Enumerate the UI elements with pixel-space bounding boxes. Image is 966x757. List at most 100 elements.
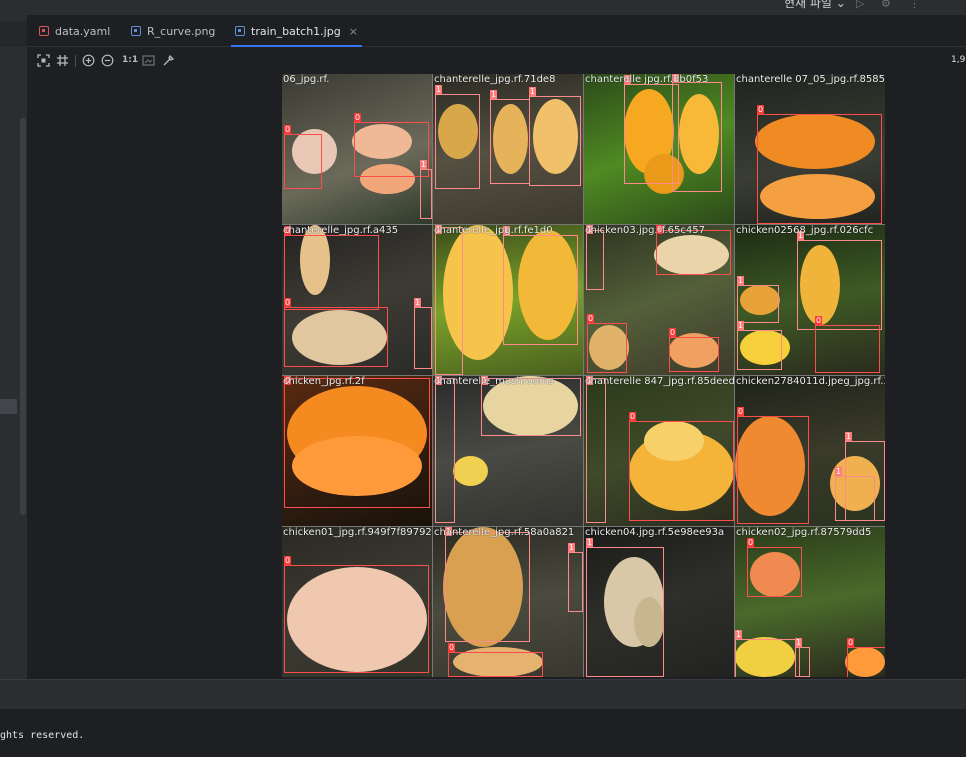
bounding-box	[503, 235, 578, 345]
more-icon[interactable]: ⋮	[909, 0, 921, 10]
mosaic-tile: 0 chanterelle 07_05_jpg.rf.85859	[735, 74, 885, 224]
editor-tabs: data.yaml R_curve.png train_batch1.jpg ×	[27, 15, 966, 47]
bounding-box	[448, 652, 543, 677]
image-viewer[interactable]: 0 0 1 06_jpg.rf. 1 1 1 chanterelle_jpg.rf.71de8…	[27, 74, 966, 679]
class-label: 0	[629, 412, 637, 421]
fit-screen-icon[interactable]	[37, 54, 50, 67]
class-label: 1	[737, 276, 745, 285]
class-label: 0	[847, 638, 855, 647]
bounding-box	[629, 421, 734, 521]
tab-train-batch1[interactable]: train_batch1.jpg ×	[231, 15, 362, 47]
bounding-box	[747, 547, 802, 597]
class-label: 0	[448, 643, 456, 652]
tile-filename: chanterelle_jpg.rf.a435	[283, 225, 399, 236]
tab-label: train_batch1.jpg	[251, 24, 341, 38]
class-label: 1	[568, 543, 576, 552]
mosaic-tile: 0 0 1 1 chicken02_jpg.rf.87579dd5	[735, 527, 885, 677]
tab-label: data.yaml	[55, 24, 111, 38]
tile-filename: 06_jpg.rf.	[283, 74, 330, 85]
bounding-box	[624, 84, 679, 184]
mosaic-tile: 0 chicken01_jpg.rf.949f7f897928	[282, 527, 432, 677]
class-label: 1	[420, 160, 428, 169]
tile-filename: chanterelle_jpg.rf.58a0a821	[434, 527, 575, 538]
tool-window-bar	[0, 679, 966, 709]
class-label: 0	[284, 556, 292, 565]
actual-size-button[interactable]: 1:1	[122, 54, 138, 67]
class-label: 1	[414, 298, 422, 307]
tab-label: R_curve.png	[147, 24, 216, 38]
bounding-box	[435, 227, 463, 375]
tab-data-yaml[interactable]: data.yaml	[39, 15, 110, 47]
image-file-icon	[131, 26, 141, 36]
tile-filename: chanterelle_jpg.rf.fe1d0	[434, 225, 553, 236]
class-label: 1	[845, 432, 853, 441]
background-icon[interactable]	[142, 54, 155, 67]
bounding-box	[284, 235, 379, 310]
tile-filename: chanterelle jpg.rf.db0f53	[585, 74, 709, 85]
mosaic-tile: 0 0 1 06_jpg.rf.	[282, 74, 432, 224]
class-label: 0	[284, 298, 292, 307]
yaml-file-icon	[39, 26, 49, 36]
bounding-box	[815, 325, 880, 373]
selected-tree-item[interactable]	[0, 399, 17, 414]
terminal-panel[interactable]: ghts reserved.	[0, 710, 966, 757]
mosaic-tile: 1 1 1 chanterelle_jpg.rf.71de8	[433, 74, 583, 224]
close-icon[interactable]: ×	[349, 25, 358, 38]
bounding-box	[490, 99, 530, 184]
tile-filename: chanterelle 847_jpg.rf.85deed	[585, 376, 734, 387]
class-label: 0	[815, 316, 823, 325]
toolbar-divider	[75, 55, 76, 67]
class-label: 1	[737, 321, 745, 330]
mosaic-tile: 1 1 chanterelle_jpg.rf.fe1d0	[433, 225, 583, 375]
mosaic-tile: 1 1 chanterelle_mushrooms	[433, 376, 583, 526]
bounding-box	[797, 240, 882, 330]
bounding-box	[284, 134, 322, 189]
bounding-box	[445, 532, 530, 642]
bounding-box	[737, 330, 782, 370]
mosaic-tile: 1 chicken04.jpg.rf.5e98ee93a	[584, 527, 734, 677]
bounding-box	[420, 169, 432, 219]
mosaic-tile: 1 0 1 chanterelle_jpg.rf.58a0a821	[433, 527, 583, 677]
mosaic-tile: 0 0 1 chanterelle_jpg.rf.a435	[282, 225, 432, 375]
bounding-box	[586, 230, 604, 290]
class-label: 0	[757, 105, 765, 114]
zoom-in-icon[interactable]	[82, 54, 95, 67]
class-label: 0	[354, 113, 362, 122]
bounding-box	[435, 378, 455, 523]
bounding-box	[284, 565, 429, 673]
class-label: 0	[737, 407, 745, 416]
panel-header	[0, 21, 27, 47]
tile-filename: chicken02568_jpg.rf.026cfc	[736, 225, 874, 236]
class-label: 0	[587, 314, 595, 323]
bounding-box	[586, 547, 664, 677]
bounding-box	[672, 82, 722, 192]
run-icon[interactable]: ▷	[856, 0, 868, 10]
run-config-selector[interactable]: 현재 파일 ⌄	[784, 0, 846, 11]
mosaic-tile: 1 1 1 0 chicken02568_jpg.rf.026cfc	[735, 225, 885, 375]
class-label: 0	[669, 328, 677, 337]
top-toolbar: 현재 파일 ⌄ ▷ ⚙ ⋮	[0, 0, 966, 15]
grid-icon[interactable]	[56, 54, 69, 67]
bounding-box	[354, 122, 429, 177]
debug-icon[interactable]: ⚙	[881, 0, 893, 10]
bounding-box	[737, 285, 779, 323]
vertical-scrollbar[interactable]	[20, 118, 26, 515]
class-label: 1	[529, 87, 537, 96]
tile-filename: chicken01_jpg.rf.949f7f897928	[283, 527, 432, 538]
mosaic-tile: 0 0 0 1 chicken03.jpg.rf.65c457	[584, 225, 734, 375]
mosaic-tile: 0 1 chanterelle 847_jpg.rf.85deed	[584, 376, 734, 526]
bounding-box	[435, 94, 480, 189]
class-label: 1	[586, 538, 594, 547]
class-label: 1	[795, 638, 803, 647]
color-picker-icon[interactable]	[162, 54, 175, 67]
tab-r-curve[interactable]: R_curve.png	[131, 15, 215, 47]
zoom-out-icon[interactable]	[101, 54, 114, 67]
mosaic-tile: 1 1 chanterelle jpg.rf.db0f53	[584, 74, 734, 224]
tile-filename: chicken04.jpg.rf.5e98ee93a	[585, 527, 725, 538]
mushroom-shape	[453, 456, 488, 486]
train-batch-mosaic[interactable]: 0 0 1 06_jpg.rf. 1 1 1 chanterelle_jpg.rf.71de8…	[282, 74, 885, 677]
tile-filename: chicken2784011d.jpeg_jpg.rf.3	[736, 376, 885, 387]
tile-filename: chanterelle_jpg.rf.71de8	[434, 74, 556, 85]
class-label: 0	[284, 125, 292, 134]
image-size-label: 1,92	[951, 55, 966, 65]
